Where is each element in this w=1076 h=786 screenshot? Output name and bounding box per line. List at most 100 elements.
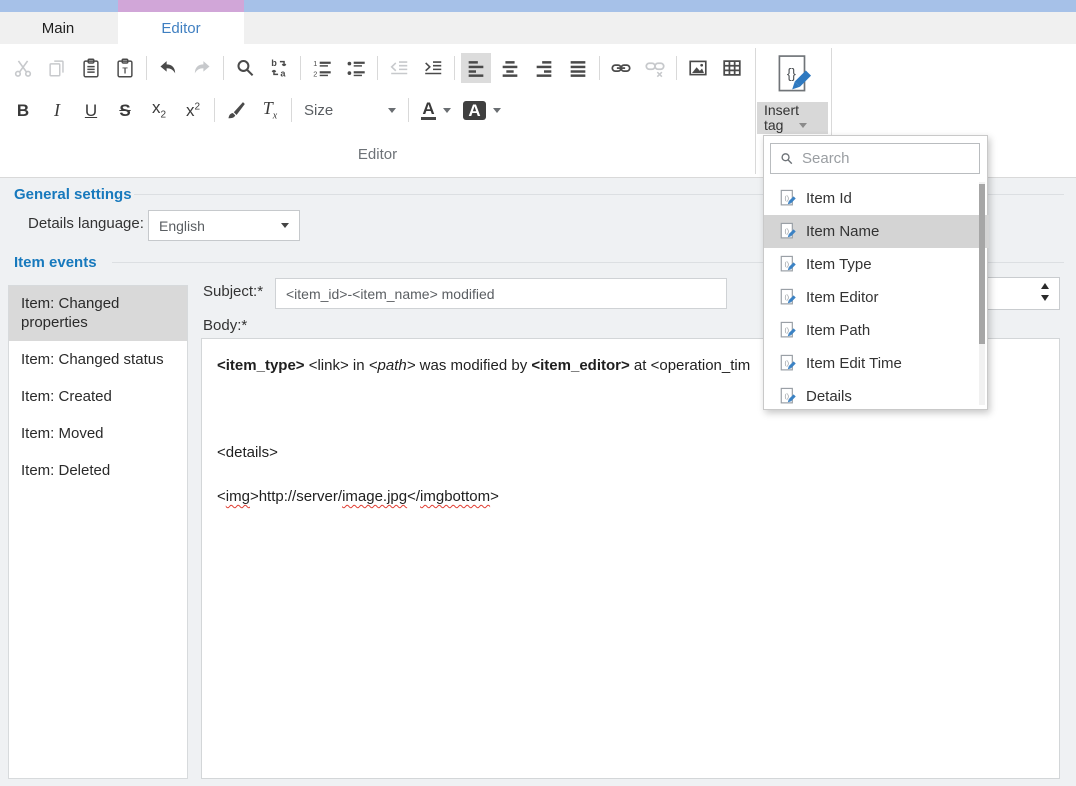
tag-icon: () — [780, 321, 797, 340]
tab-bar: Main Editor — [0, 12, 1076, 44]
editor-tab-accent — [118, 0, 244, 12]
stepper-down-icon[interactable] — [1041, 295, 1049, 301]
superscript-glyph: x2 — [186, 102, 200, 119]
underline-icon[interactable]: U — [76, 95, 106, 125]
replace-icon[interactable]: ba — [264, 53, 294, 83]
body-text-segment: < — [217, 488, 226, 505]
tag-item[interactable]: () Item Id — [764, 182, 989, 215]
align-left-icon[interactable] — [461, 53, 491, 83]
general-settings-heading: General settings — [14, 186, 132, 203]
font-size-select[interactable]: Size — [298, 95, 402, 125]
tag-item[interactable]: ()Item Name — [764, 215, 989, 248]
increase-indent-icon[interactable] — [418, 53, 448, 83]
find-icon[interactable] — [230, 53, 260, 83]
paste-icon[interactable] — [76, 53, 106, 83]
scrollbar-thumb[interactable] — [979, 184, 985, 344]
body-text-segment: was modified by — [415, 357, 531, 374]
font-size-label: Size — [304, 102, 333, 119]
svg-text:(): () — [785, 261, 790, 268]
toolbar-separator — [291, 98, 292, 122]
remove-link-icon — [640, 53, 670, 83]
svg-text:T: T — [122, 66, 128, 76]
event-item[interactable]: Item: Changed properties — [9, 286, 187, 341]
ribbon-group-divider — [755, 48, 756, 174]
event-item[interactable]: Item: Moved — [9, 415, 187, 452]
body-text-segment: >http://server/ — [250, 488, 342, 505]
tag-item-list: ()Item Id()Item Name()Item Type()Item Ed… — [764, 182, 989, 413]
tag-item[interactable]: () Item Edit Time — [764, 347, 989, 380]
insert-tag-icon: {} — [757, 52, 828, 102]
background-color-glyph: A — [463, 101, 485, 120]
numbered-list-icon[interactable]: 12 — [307, 53, 337, 83]
cut-icon — [8, 53, 38, 83]
bold-glyph: B — [17, 102, 29, 119]
tag-item[interactable]: ()Item Path — [764, 314, 989, 347]
toolbar-separator — [599, 56, 600, 80]
details-language-value: English — [159, 218, 205, 234]
redo-icon — [187, 53, 217, 83]
insert-image-icon[interactable] — [683, 53, 713, 83]
tag-search-input[interactable] — [802, 150, 971, 167]
svg-text:1: 1 — [313, 59, 317, 68]
tab-editor[interactable]: Editor — [118, 12, 244, 44]
tag-item-label: Details — [806, 388, 852, 405]
body-text-segment: <path> — [369, 357, 416, 374]
tag-item-label: Item Edit Time — [806, 355, 902, 372]
remove-format-icon[interactable]: Tx — [255, 95, 285, 125]
remove-format-glyph: Tx — [263, 99, 277, 122]
tag-item[interactable]: ()Item Type — [764, 248, 989, 281]
event-item[interactable]: Item: Created — [9, 378, 187, 415]
details-language-select[interactable]: English — [148, 210, 300, 241]
italic-glyph: I — [54, 101, 60, 119]
insert-table-icon[interactable] — [717, 53, 747, 83]
misspelled-text-segment: imgbottom — [420, 488, 490, 505]
tag-search-box[interactable] — [770, 143, 980, 174]
undo-icon[interactable] — [153, 53, 183, 83]
chevron-down-icon — [443, 108, 451, 113]
format-painter-icon[interactable] — [221, 95, 251, 125]
body-text-segment: > — [490, 488, 499, 505]
text-color-glyph: A — [421, 100, 435, 120]
event-item[interactable]: Item: Changed status — [9, 341, 187, 378]
superscript-icon[interactable]: x2 — [178, 95, 208, 125]
ribbon-accent-strip — [0, 0, 1076, 12]
search-icon — [779, 151, 794, 166]
misspelled-text-segment: image.jpg — [342, 488, 407, 505]
ribbon-group-label: Editor — [0, 146, 755, 163]
paste-as-text-icon[interactable]: T — [110, 53, 140, 83]
toolbar-separator — [214, 98, 215, 122]
text-color-icon[interactable]: A — [415, 95, 457, 125]
body-text-segment: <item_type> — [217, 357, 305, 374]
subject-input[interactable] — [275, 278, 727, 309]
event-item[interactable]: Item: Deleted — [9, 452, 187, 489]
chevron-down-icon — [388, 108, 396, 113]
tag-item-label: Item Id — [806, 190, 852, 207]
insert-link-icon[interactable] — [606, 53, 636, 83]
justify-icon[interactable] — [563, 53, 593, 83]
toolbar-separator — [408, 98, 409, 122]
background-color-icon[interactable]: A — [461, 95, 503, 125]
bold-icon[interactable]: B — [8, 95, 38, 125]
tag-icon: () — [780, 354, 797, 373]
tag-icon: () — [780, 222, 797, 241]
tab-main[interactable]: Main — [20, 12, 96, 44]
tag-item[interactable]: ()Item Editor — [764, 281, 989, 314]
bullet-list-icon[interactable] — [341, 53, 371, 83]
body-text-line-2: <details> — [217, 444, 278, 461]
italic-icon[interactable]: I — [42, 95, 72, 125]
dropdown-scrollbar[interactable] — [979, 182, 985, 405]
subscript-icon[interactable]: x2 — [144, 95, 174, 125]
align-center-icon[interactable] — [495, 53, 525, 83]
subscript-glyph: x2 — [152, 99, 166, 120]
strikethrough-icon[interactable]: S — [110, 95, 140, 125]
insert-tag-button[interactable]: {} Insert tag — [757, 52, 828, 134]
svg-text:2: 2 — [313, 69, 317, 78]
toolbar-separator — [223, 56, 224, 80]
align-right-icon[interactable] — [529, 53, 559, 83]
misspelled-text-segment: img — [226, 488, 250, 505]
svg-text:(): () — [785, 195, 790, 202]
chevron-down-icon — [493, 108, 501, 113]
tag-item[interactable]: ()Details — [764, 380, 989, 413]
stepper-up-icon[interactable] — [1041, 283, 1049, 289]
tag-icon: () — [780, 189, 797, 208]
